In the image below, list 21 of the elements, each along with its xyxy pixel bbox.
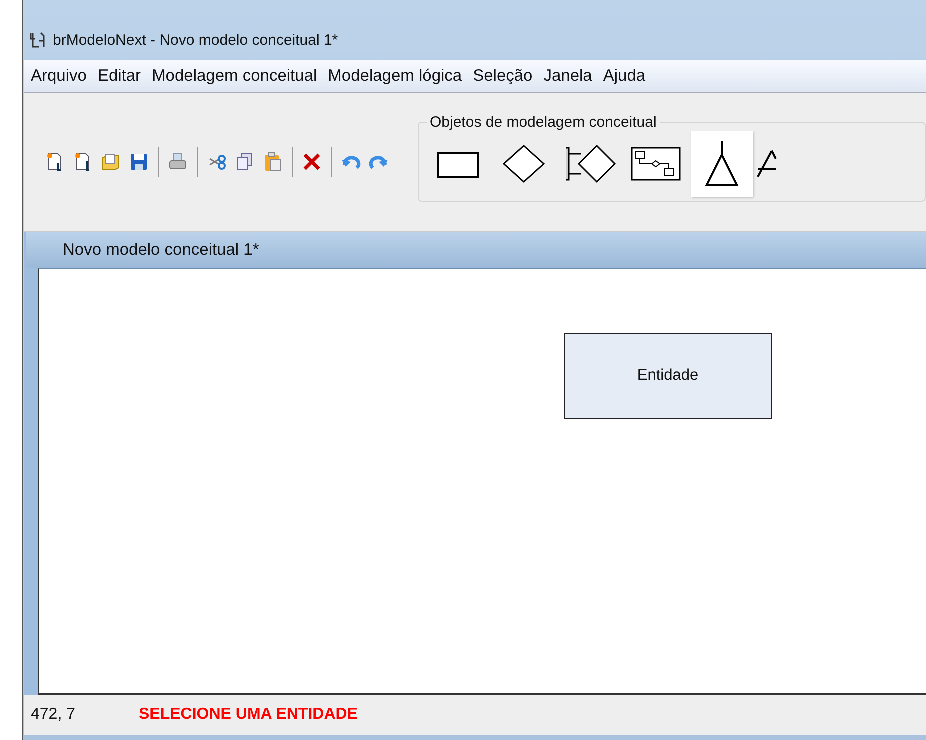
status-message: SELECIONE UMA ENTIDADE — [139, 706, 358, 724]
menu-item[interactable]: Ajuda — [603, 66, 646, 86]
menu-item[interactable]: Modelagem conceitual — [152, 66, 318, 86]
menu-item[interactable]: Arquivo — [31, 66, 87, 86]
menu-item[interactable]: Editar — [98, 66, 142, 86]
app-icon — [29, 31, 47, 49]
triangle-icon — [757, 150, 777, 178]
delete-icon[interactable] — [301, 151, 323, 173]
palette-tool[interactable] — [691, 131, 753, 197]
entity-shape[interactable]: Entidade — [564, 333, 772, 419]
diamond-icon — [501, 144, 547, 184]
cursor-coordinates: 472, 7 — [31, 706, 76, 724]
clipboard-icon[interactable] — [262, 151, 284, 173]
window-title: brModeloNext - Novo modelo conceitual 1* — [53, 32, 338, 48]
palette-title: Objetos de modelagem conceitual — [429, 115, 658, 131]
save-icon[interactable] — [128, 151, 150, 173]
document-tab[interactable]: Novo modelo conceitual 1* — [26, 232, 926, 268]
bracket-diamond-icon — [563, 144, 617, 184]
menu-item[interactable]: Janela — [544, 66, 592, 86]
menu-item[interactable]: Modelagem lógica — [328, 66, 462, 86]
menu-item[interactable]: Seleção — [473, 66, 533, 86]
